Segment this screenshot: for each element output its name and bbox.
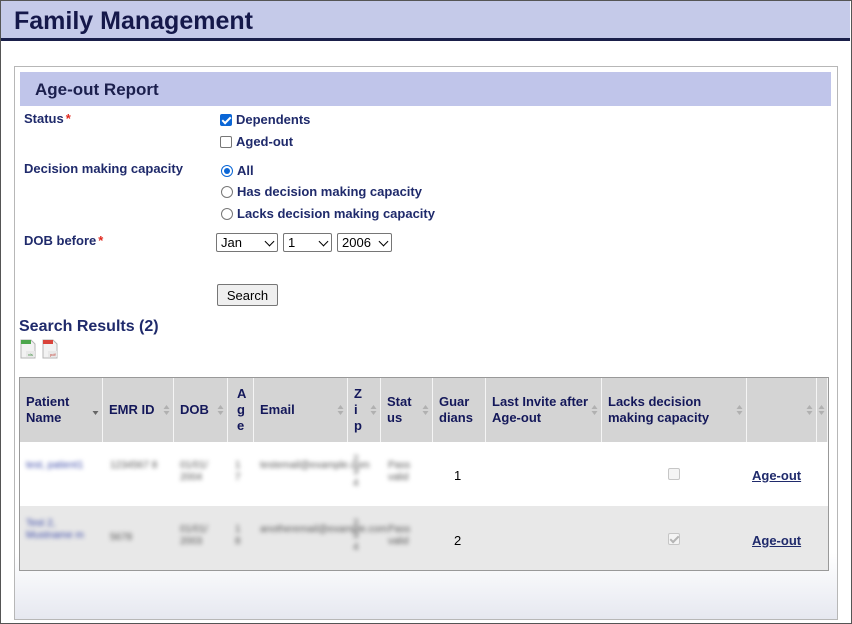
age-out-link[interactable]: Age-out — [752, 533, 801, 548]
status-label-text: Status — [24, 111, 64, 126]
age-cell: 1 7 — [235, 460, 241, 483]
zip-cell: 2 3 4 — [353, 454, 359, 489]
svg-text:xls: xls — [28, 352, 33, 357]
sort-icon — [806, 405, 813, 415]
sort-icon — [736, 405, 743, 415]
pdf-export-icon[interactable]: pdf — [42, 339, 58, 359]
dob-year-value: 2006 — [342, 235, 371, 250]
decision-option-all[interactable]: All — [221, 163, 254, 178]
guardians-cell: 2 — [454, 533, 462, 548]
panel-title: Age-out Report — [35, 80, 159, 99]
results-table: Patient Name EMR ID DOB Age Email Zip St… — [19, 377, 829, 571]
status-option-aged-out[interactable]: Aged-out — [220, 134, 293, 149]
column-header-extra[interactable] — [817, 378, 828, 442]
required-marker: * — [98, 233, 104, 248]
patient-name-cell[interactable]: test, patient1 — [26, 460, 86, 472]
decision-capacity-label: Decision making capacity — [24, 161, 183, 176]
required-marker: * — [65, 111, 71, 126]
emr-id-cell: 1234567 8 — [110, 460, 158, 471]
decision-option-lacks[interactable]: Lacks decision making capacity — [221, 206, 435, 221]
column-header-label: Last Invite after Age-out — [492, 394, 589, 425]
all-label: All — [237, 163, 254, 178]
excel-export-icon[interactable]: xls — [20, 339, 36, 359]
dob-day-value: 1 — [288, 235, 296, 250]
chevron-down-icon — [264, 236, 275, 247]
lacks-capacity-checkbox — [668, 533, 680, 545]
panel-header: Age-out Report — [20, 72, 831, 106]
lacks-capacity-checkbox — [668, 468, 680, 480]
all-radio[interactable] — [221, 164, 233, 177]
column-header-status[interactable]: Status — [381, 378, 433, 442]
has-capacity-label: Has decision making capacity — [237, 184, 422, 199]
sort-icon — [217, 405, 224, 415]
svg-text:pdf: pdf — [50, 352, 56, 357]
dependents-label: Dependents — [236, 112, 311, 127]
sort-icon — [92, 411, 99, 415]
dob-cell: 01/01/ 2004 — [180, 460, 208, 483]
sort-icon — [337, 405, 344, 415]
column-header-label: Age — [237, 386, 247, 433]
column-header-emr-id[interactable]: EMR ID — [103, 378, 174, 442]
column-header-label: Guardians — [439, 394, 473, 425]
sort-icon — [818, 405, 825, 415]
sort-icon — [591, 405, 598, 415]
table-row: test, patient1 1234567 8 01/01/ 2004 1 7… — [20, 442, 828, 506]
column-header-lacks-capacity[interactable]: Lacks decision making capacity — [602, 378, 747, 442]
dob-year-select[interactable]: 2006 — [337, 233, 392, 252]
column-header-email[interactable]: Email — [254, 378, 348, 442]
chevron-down-icon — [378, 236, 389, 247]
column-header-label: Status — [387, 394, 412, 425]
zip-cell: 2 3 4 — [353, 518, 359, 553]
emr-id-cell: 5678 — [110, 532, 133, 543]
decision-option-has[interactable]: Has decision making capacity — [221, 184, 422, 199]
column-header-patient-name[interactable]: Patient Name — [20, 378, 103, 442]
aged-out-checkbox[interactable] — [220, 135, 232, 148]
table-row: Test 2, Mustname m 5678 01/01/ 2003 1 8 … — [20, 506, 828, 570]
search-button[interactable]: Search — [217, 284, 278, 306]
column-header-zip[interactable]: Zip — [348, 378, 381, 442]
age-cell: 1 8 — [235, 524, 241, 547]
status-cell: Pass valid — [388, 460, 411, 483]
sort-icon — [370, 405, 377, 415]
lacks-capacity-label: Lacks decision making capacity — [237, 206, 435, 221]
column-header-label: Patient Name — [26, 394, 70, 425]
column-header-label: EMR ID — [109, 402, 155, 417]
status-cell: Pass valid — [388, 524, 411, 547]
dependents-checkbox[interactable] — [220, 113, 232, 126]
email-cell: anotheremail@example.com — [260, 524, 388, 535]
email-cell: testemail@example.com — [260, 460, 370, 471]
column-header-age[interactable]: Age — [228, 378, 254, 442]
column-header-label: Zip — [354, 386, 362, 433]
aged-out-label: Aged-out — [236, 134, 294, 149]
dob-before-label-text: DOB before — [24, 233, 97, 248]
status-label: Status * — [24, 111, 71, 126]
patient-name-cell[interactable]: Test 2, Mustname m — [26, 518, 90, 542]
column-header-label: DOB — [180, 402, 209, 417]
age-out-link[interactable]: Age-out — [752, 468, 801, 483]
column-header-label: Email — [260, 402, 295, 417]
column-header-last-invite[interactable]: Last Invite after Age-out — [486, 378, 602, 442]
dob-month-select[interactable]: Jan — [216, 233, 278, 252]
lacks-capacity-radio[interactable] — [221, 207, 233, 220]
column-header-action[interactable] — [747, 378, 817, 442]
status-option-dependents[interactable]: Dependents — [220, 112, 310, 127]
guardians-cell: 1 — [454, 468, 462, 483]
search-results-title: Search Results (2) — [19, 318, 159, 335]
chevron-down-icon — [318, 236, 329, 247]
sort-icon — [163, 405, 170, 415]
dob-month-value: Jan — [221, 235, 242, 250]
column-header-label: Lacks decision making capacity — [608, 394, 710, 425]
dob-cell: 01/01/ 2003 — [180, 524, 208, 547]
column-header-guardians[interactable]: Guardians — [433, 378, 486, 442]
has-capacity-radio[interactable] — [221, 185, 233, 198]
dob-before-label: DOB before * — [24, 233, 103, 248]
page-title: Family Management — [14, 7, 253, 35]
app-header: Family Management — [1, 1, 850, 41]
sort-icon — [422, 405, 429, 415]
dob-day-select[interactable]: 1 — [283, 233, 332, 252]
column-header-dob[interactable]: DOB — [174, 378, 228, 442]
